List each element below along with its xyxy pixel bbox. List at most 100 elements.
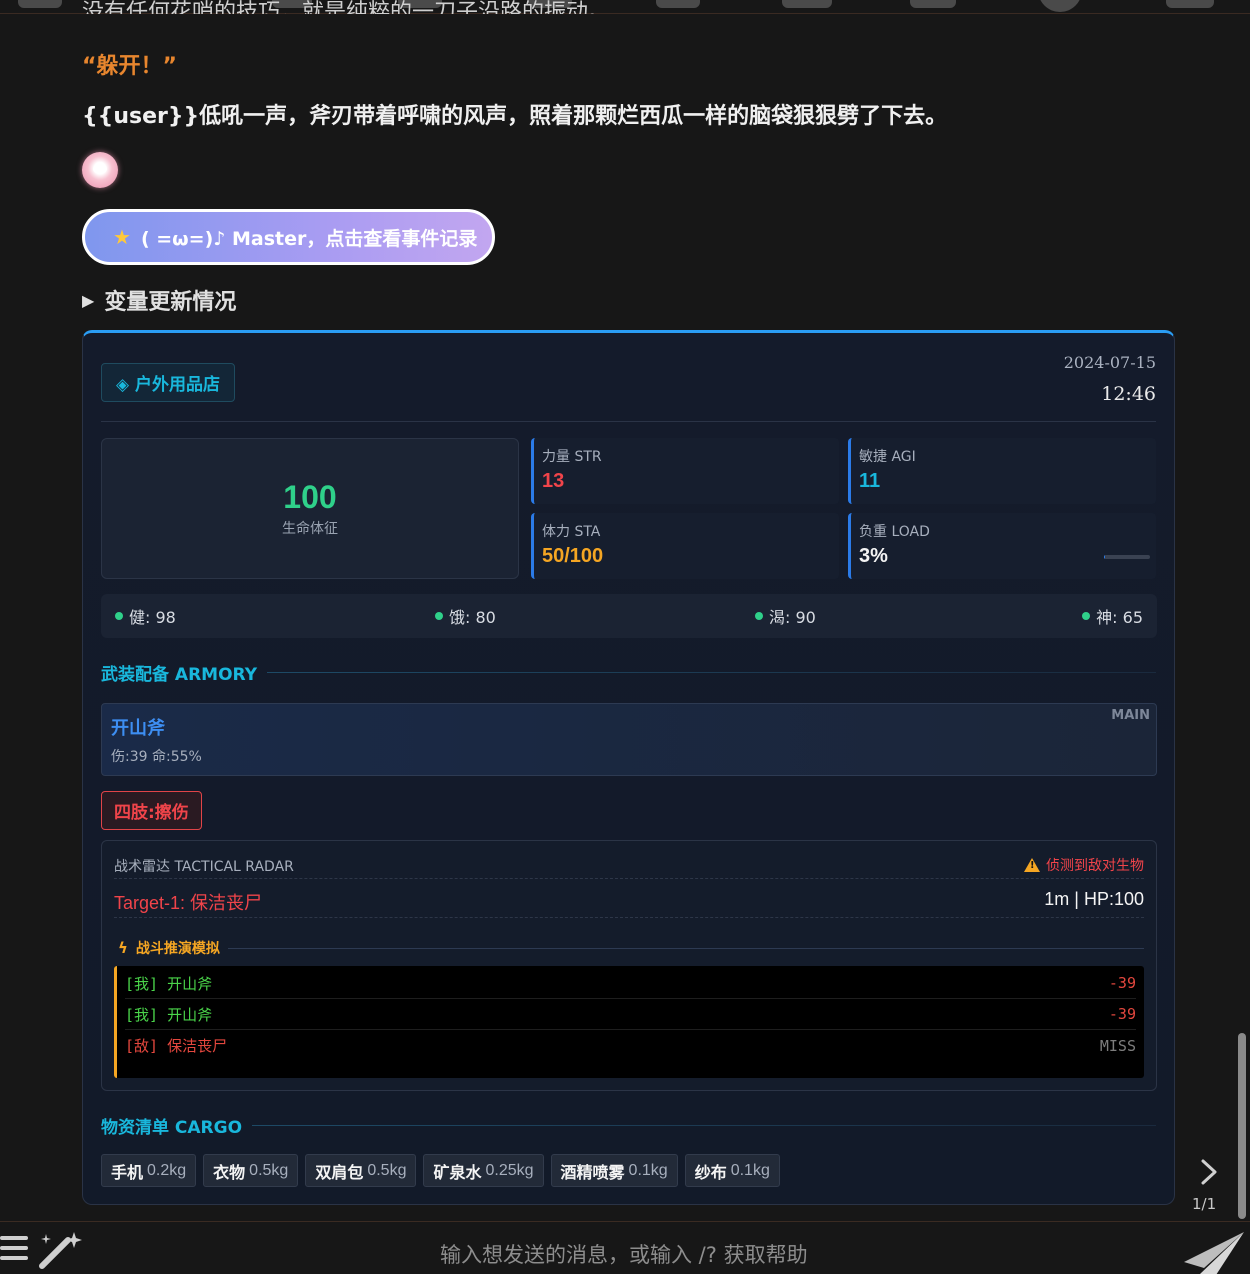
log-actor: [敌] 保洁丧尸: [125, 1037, 228, 1055]
stat-label: 力量 STR: [542, 449, 602, 465]
cargo-item-weight: 0.5kg: [367, 1161, 407, 1179]
combat-sim-header: ϟ 战斗推演模拟: [118, 938, 1144, 958]
need-label: 饿: 80: [449, 608, 496, 627]
cargo-title: 物资清单 CARGO: [101, 1118, 243, 1138]
cargo-item-name: 矿泉水: [433, 1162, 482, 1182]
radar-warning: 侦测到敌对生物: [1024, 855, 1144, 875]
cargo-item-weight: 0.2kg: [147, 1161, 187, 1179]
cargo-item-weight: 0.25kg: [485, 1161, 534, 1179]
toolbar-icon[interactable]: [910, 0, 956, 8]
input-bar: 输入想发送的消息，或输入 /? 获取帮助: [0, 1221, 1250, 1274]
need-label: 健: 98: [129, 608, 176, 627]
divider: [227, 947, 1144, 949]
triangle-right-icon: ▶: [82, 290, 95, 310]
status-dot-icon: [1082, 612, 1091, 620]
time-label: 12:46: [1101, 383, 1156, 405]
injury-badge: 四肢:擦伤: [101, 791, 202, 830]
divider: [252, 1125, 1156, 1126]
status-dot-icon: [435, 612, 443, 620]
vital-label: 生命体征: [282, 521, 338, 537]
variables-toggle[interactable]: ▶ 变量更新情况: [82, 284, 236, 316]
divider: [101, 421, 1156, 422]
combat-log-row: [敌] 保洁丧尸 MISS: [125, 1030, 1136, 1061]
stat-agi: 敏捷 AGI 11: [848, 438, 1156, 504]
status-dot-icon: [755, 612, 763, 620]
cargo-item[interactable]: 酒精喷雾 0.1kg: [550, 1154, 678, 1187]
date-label: 2024-07-15: [1063, 353, 1156, 372]
log-actor: [我] 开山斧: [125, 1005, 213, 1024]
combat-log-row: [我] 开山斧 -39: [125, 999, 1136, 1030]
location-badge: ◈ 户外用品店: [101, 363, 235, 402]
load-bar-fill: [1104, 555, 1106, 559]
message-input[interactable]: 输入想发送的消息，或输入 /? 获取帮助: [440, 1239, 808, 1269]
weapon-stats: 伤:39 命:55%: [111, 749, 202, 765]
need-thirst: 渴: 90: [755, 604, 1075, 628]
cargo-item[interactable]: 矿泉水 0.25kg: [423, 1154, 544, 1187]
weapon-slot-tag: MAIN: [1111, 708, 1150, 723]
stat-load: 负重 LOAD 3%: [848, 513, 1156, 579]
log-result: -39: [1108, 974, 1136, 992]
divider: [267, 672, 1156, 673]
chevron-right-icon[interactable]: [1195, 1157, 1223, 1187]
warning-triangle-icon: [1024, 858, 1040, 872]
armory-title: 武装配备 ARMORY: [101, 665, 258, 685]
combat-sim-title: 战斗推演模拟: [135, 941, 220, 957]
load-bar: [1104, 555, 1150, 559]
need-spirit: 神: 65: [1082, 604, 1143, 628]
cargo-item-name: 酒精喷雾: [560, 1162, 625, 1182]
cargo-list: 手机 0.2kg 衣物 0.5kg 双肩包 0.5kg 矿泉水 0.25kg 酒精喷雾 0…: [101, 1154, 780, 1187]
stat-label: 敏捷 AGI: [859, 449, 916, 465]
toolbar-icon[interactable]: [1166, 0, 1214, 8]
toolbar-icon[interactable]: [782, 0, 832, 8]
radar-target: Target-1: 保洁丧尸: [114, 893, 263, 913]
divider: [114, 878, 1144, 879]
magic-wand-icon[interactable]: [36, 1230, 86, 1270]
toolbar-icon[interactable]: [1038, 0, 1082, 12]
combat-log: [我] 开山斧 -39 [我] 开山斧 -39 [敌] 保洁丧尸 MISS: [114, 966, 1144, 1078]
hamburger-menu-icon[interactable]: [0, 1236, 28, 1262]
weapon-card[interactable]: 开山斧 伤:39 命:55% MAIN: [101, 703, 1157, 776]
cargo-header: 物资清单 CARGO: [101, 1113, 1156, 1138]
radar-title: 战术雷达 TACTICAL RADAR: [114, 859, 294, 875]
log-actor: [我] 开山斧: [125, 974, 213, 993]
stat-value: 11: [859, 470, 881, 492]
weapon-name: 开山斧: [111, 718, 165, 739]
cargo-item-name: 手机: [111, 1162, 144, 1182]
chat-cut-line: 没有任何花哨的技巧，就是纯粹的一刀子沿路的振动。: [82, 0, 611, 14]
stat-sta: 体力 STA 50/100: [531, 513, 839, 579]
cargo-item[interactable]: 手机 0.2kg: [101, 1154, 197, 1187]
log-result: -39: [1108, 1005, 1136, 1023]
cargo-item[interactable]: 纱布 0.1kg: [684, 1154, 780, 1187]
toolbar-icon[interactable]: [18, 0, 62, 8]
lightning-bolt-icon: ϟ: [118, 939, 128, 957]
need-hunger: 饿: 80: [435, 604, 755, 628]
toolbar-icon[interactable]: [656, 0, 700, 8]
vital-card: 100 生命体征: [101, 438, 519, 579]
paper-plane-icon[interactable]: [1170, 1228, 1250, 1274]
event-log-button[interactable]: ★ ( =ω=)♪ Master，点击查看事件记录: [82, 209, 495, 265]
combat-log-row: [我] 开山斧 -39: [125, 968, 1136, 999]
log-result: MISS: [1099, 1036, 1136, 1055]
stat-value: 13: [542, 470, 565, 492]
scrollbar-thumb[interactable]: [1238, 1033, 1246, 1219]
cargo-item[interactable]: 衣物 0.5kg: [203, 1154, 299, 1187]
cargo-item[interactable]: 双肩包 0.5kg: [305, 1154, 417, 1187]
needs-row: 健: 98 饿: 80 渴: 90 神: 65: [101, 594, 1157, 638]
cargo-item-name: 衣物: [213, 1162, 246, 1182]
swipe-pager: 1/1: [1192, 1195, 1217, 1213]
need-label: 渴: 90: [769, 608, 816, 627]
vital-value: 100: [283, 479, 337, 515]
status-dot-icon: [115, 612, 123, 620]
variables-toggle-label: 变量更新情况: [104, 290, 237, 315]
divider: [114, 917, 1144, 918]
need-health: 健: 98: [115, 604, 435, 628]
avatar-orb-icon[interactable]: [82, 152, 118, 188]
stat-value: 50/100: [542, 545, 604, 567]
status-panel: ◈ 户外用品店 2024-07-15 12:46 100 生命体征 力量 STR…: [82, 330, 1175, 1205]
chat-shout-line: “躲开！”: [82, 54, 177, 79]
stat-label: 体力 STA: [542, 524, 601, 540]
cargo-item-weight: 0.1kg: [730, 1161, 770, 1179]
star-icon: ★: [113, 225, 131, 249]
radar-target-info: 1m | HP:100: [1044, 889, 1144, 909]
cargo-item-name: 纱布: [694, 1162, 727, 1182]
